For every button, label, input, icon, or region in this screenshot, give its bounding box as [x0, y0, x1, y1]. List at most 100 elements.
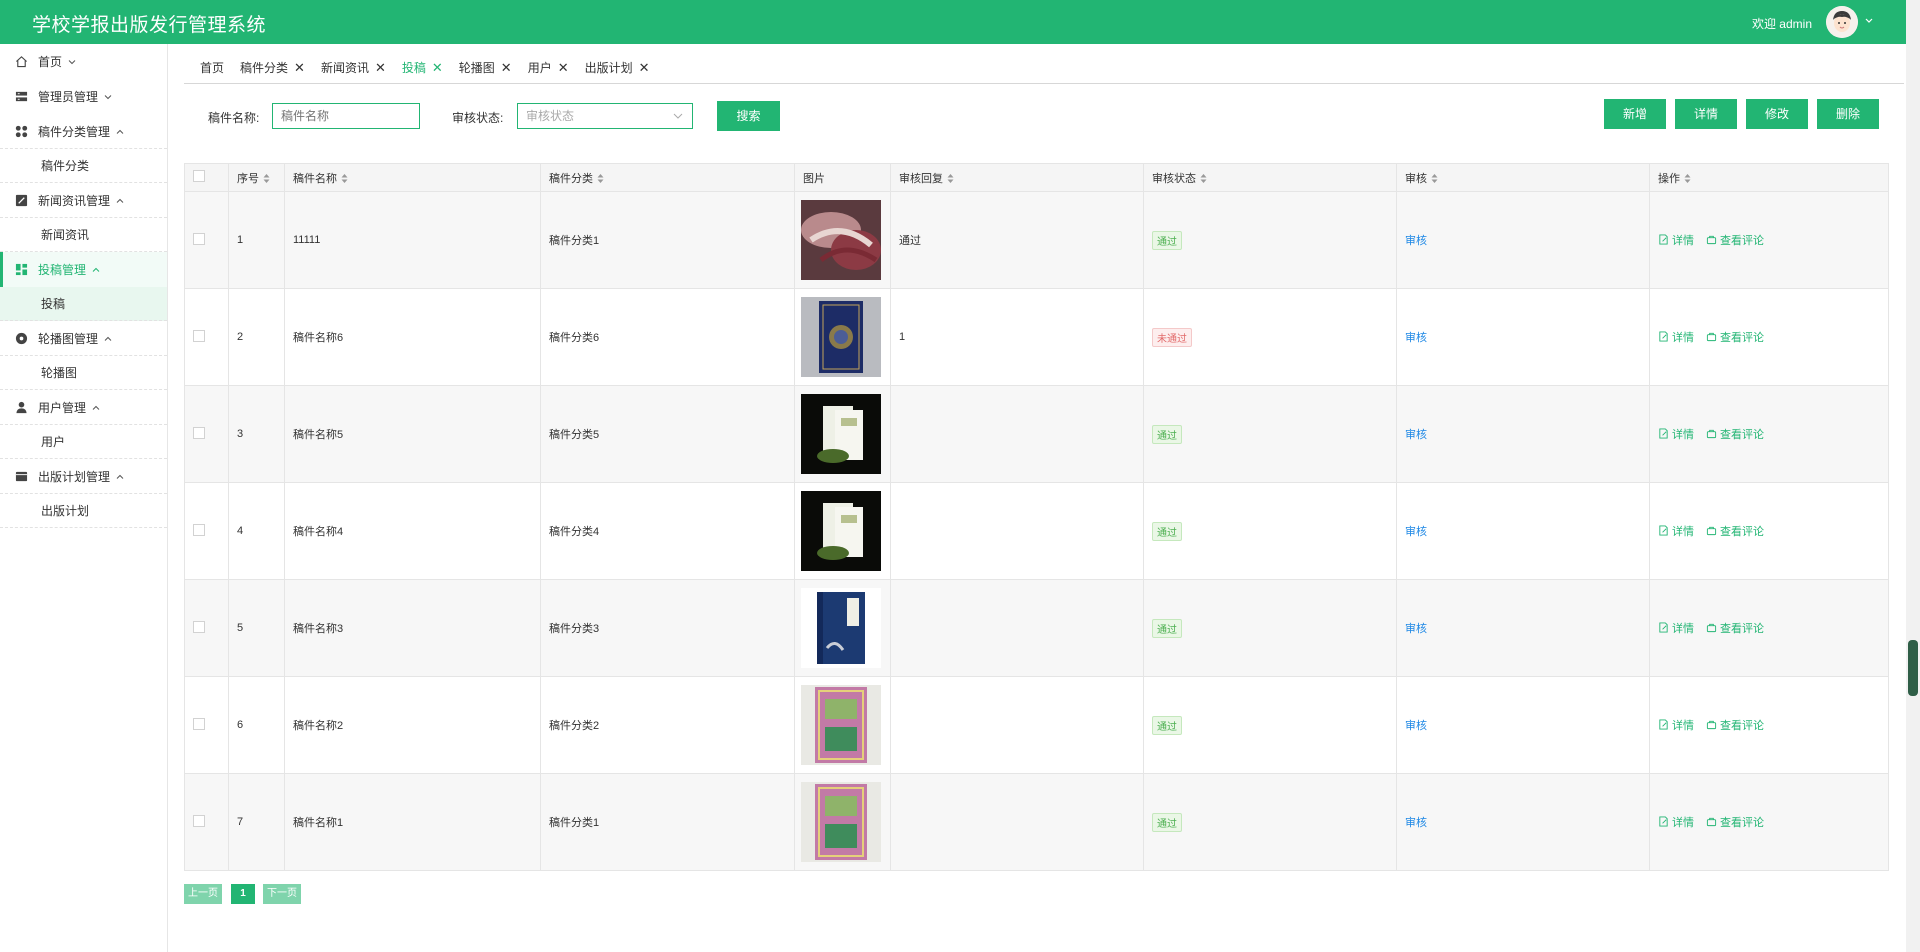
table-row[interactable]: 6 稿件名称2 稿件分类2 通过 审核 详情 查看评论: [184, 676, 1889, 774]
detail-button[interactable]: 详情: [1675, 99, 1737, 129]
prev-page-button[interactable]: 上一页: [184, 884, 222, 904]
audit-link[interactable]: 审核: [1405, 235, 1427, 247]
close-icon[interactable]: ✕: [432, 61, 443, 74]
audit-link[interactable]: 审核: [1405, 623, 1427, 635]
close-icon[interactable]: ✕: [375, 61, 386, 74]
col-header-name[interactable]: 稿件名称: [284, 163, 541, 192]
sidebar-item-category-mgmt[interactable]: 稿件分类管理: [0, 114, 167, 149]
col-header-audit[interactable]: 审核: [1396, 163, 1650, 192]
status-select[interactable]: 审核状态: [517, 103, 693, 129]
name-input[interactable]: [272, 103, 420, 129]
close-icon[interactable]: ✕: [558, 61, 569, 74]
sidebar-item-submission-mgmt[interactable]: 投稿管理: [0, 252, 167, 287]
tab-home[interactable]: 首页: [200, 59, 224, 76]
audit-link[interactable]: 审核: [1405, 526, 1427, 538]
row-comments-button[interactable]: 查看评论: [1706, 329, 1764, 345]
chevron-down-icon[interactable]: [1864, 16, 1874, 26]
sidebar-subitem-user[interactable]: 用户: [0, 424, 167, 459]
sidebar-subitem-carousel[interactable]: 轮播图: [0, 355, 167, 390]
row-detail-button[interactable]: 详情: [1658, 523, 1694, 539]
sidebar-subitem-category[interactable]: 稿件分类: [0, 148, 167, 183]
row-checkbox[interactable]: [193, 814, 205, 827]
sidebar-subitem-plan[interactable]: 出版计划: [0, 493, 167, 528]
cover-image: [801, 685, 881, 765]
row-checkbox[interactable]: [193, 426, 205, 439]
close-icon[interactable]: ✕: [294, 61, 305, 74]
row-comments-button[interactable]: 查看评论: [1706, 620, 1764, 636]
scroll-thumb[interactable]: [1908, 640, 1918, 696]
row-detail-button[interactable]: 详情: [1658, 814, 1694, 830]
row-checkbox[interactable]: [193, 620, 205, 633]
comment-icon: [1706, 527, 1717, 536]
table-row[interactable]: 1 11111 稿件分类1 通过 通过 审核 详情 查看评论: [184, 191, 1889, 289]
audit-link[interactable]: 审核: [1405, 429, 1427, 441]
row-detail-button[interactable]: 详情: [1658, 232, 1694, 248]
sidebar-item-user-mgmt[interactable]: 用户管理: [0, 390, 167, 425]
sidebar-subitem-news[interactable]: 新闻资讯: [0, 217, 167, 252]
row-detail-button[interactable]: 详情: [1658, 717, 1694, 733]
row-checkbox[interactable]: [193, 232, 205, 245]
col-label: 稿件分类: [549, 172, 593, 185]
row-checkbox[interactable]: [193, 329, 205, 342]
scrollbar[interactable]: [1906, 0, 1920, 952]
row-detail-button[interactable]: 详情: [1658, 426, 1694, 442]
audit-link[interactable]: 审核: [1405, 332, 1427, 344]
table-row[interactable]: 4 稿件名称4 稿件分类4 通过 审核 详情 查看评论: [184, 482, 1889, 580]
row-detail-button[interactable]: 详情: [1658, 620, 1694, 636]
col-header-no[interactable]: 序号: [228, 163, 285, 192]
search-button[interactable]: 搜索: [717, 101, 780, 131]
audit-link[interactable]: 审核: [1405, 720, 1427, 732]
tab-user[interactable]: 用户 ✕: [528, 59, 569, 76]
cell-audit: 审核: [1396, 579, 1650, 677]
chevron-up-icon: [116, 473, 124, 481]
row-comments-button[interactable]: 查看评论: [1706, 426, 1764, 442]
avatar[interactable]: [1826, 6, 1858, 38]
cell-image: [794, 579, 891, 677]
tab-carousel[interactable]: 轮播图 ✕: [459, 59, 512, 76]
tab-news[interactable]: 新闻资讯 ✕: [321, 59, 386, 76]
delete-button[interactable]: 删除: [1817, 99, 1879, 129]
row-comments-button[interactable]: 查看评论: [1706, 523, 1764, 539]
sidebar-subitem-submission[interactable]: 投稿: [0, 286, 167, 321]
tab-category[interactable]: 稿件分类 ✕: [240, 59, 305, 76]
sidebar-item-news-mgmt[interactable]: 新闻资讯管理: [0, 183, 167, 218]
cell-actions: 详情 查看评论: [1649, 482, 1889, 580]
col-header-category[interactable]: 稿件分类: [540, 163, 795, 192]
cell-image: [794, 482, 891, 580]
row-checkbox[interactable]: [193, 717, 205, 730]
row-comments-button[interactable]: 查看评论: [1706, 232, 1764, 248]
tab-plan[interactable]: 出版计划 ✕: [585, 59, 650, 76]
edit-button[interactable]: 修改: [1746, 99, 1808, 129]
op-label: 查看评论: [1720, 525, 1764, 538]
audit-link[interactable]: 审核: [1405, 817, 1427, 829]
col-header-status[interactable]: 审核状态: [1143, 163, 1397, 192]
table-row[interactable]: 5 稿件名称3 稿件分类3 通过 审核 详情 查看评论: [184, 579, 1889, 677]
table-row[interactable]: 3 稿件名称5 稿件分类5 通过 审核 详情 查看评论: [184, 385, 1889, 483]
row-checkbox[interactable]: [193, 523, 205, 536]
sidebar-item-home[interactable]: 首页: [0, 44, 167, 79]
row-detail-button[interactable]: 详情: [1658, 329, 1694, 345]
op-label: 查看评论: [1720, 234, 1764, 247]
select-all-checkbox[interactable]: [193, 170, 205, 182]
next-page-button[interactable]: 下一页: [263, 884, 301, 904]
row-comments-button[interactable]: 查看评论: [1706, 814, 1764, 830]
cell-audit: 审核: [1396, 773, 1650, 871]
page-number-button[interactable]: 1: [231, 884, 255, 904]
col-header-reply[interactable]: 审核回复: [890, 163, 1144, 192]
cell-name: 稿件名称4: [284, 482, 541, 580]
close-icon[interactable]: ✕: [501, 61, 512, 74]
table-row[interactable]: 7 稿件名称1 稿件分类1 通过 审核 详情 查看评论: [184, 773, 1889, 871]
op-label: 详情: [1672, 719, 1694, 732]
close-icon[interactable]: ✕: [639, 61, 650, 74]
table-row[interactable]: 2 稿件名称6 稿件分类6 1 未通过 审核 详情 查看评论: [184, 288, 1889, 386]
cell-no: 1: [228, 191, 285, 289]
add-button[interactable]: 新增: [1604, 99, 1666, 129]
col-header-actions[interactable]: 操作: [1649, 163, 1889, 192]
row-comments-button[interactable]: 查看评论: [1706, 717, 1764, 733]
sidebar-item-carousel-mgmt[interactable]: 轮播图管理: [0, 321, 167, 356]
sidebar-item-admin[interactable]: 管理员管理: [0, 79, 167, 114]
submission-table: 序号 稿件名称 稿件分类 图片 审核回复 审核状态 审核 操作 1 11111 稿件…: [184, 163, 1889, 871]
cell-audit: 审核: [1396, 385, 1650, 483]
sidebar-item-plan-mgmt[interactable]: 出版计划管理: [0, 459, 167, 494]
tab-submission[interactable]: 投稿 ✕: [402, 59, 443, 76]
